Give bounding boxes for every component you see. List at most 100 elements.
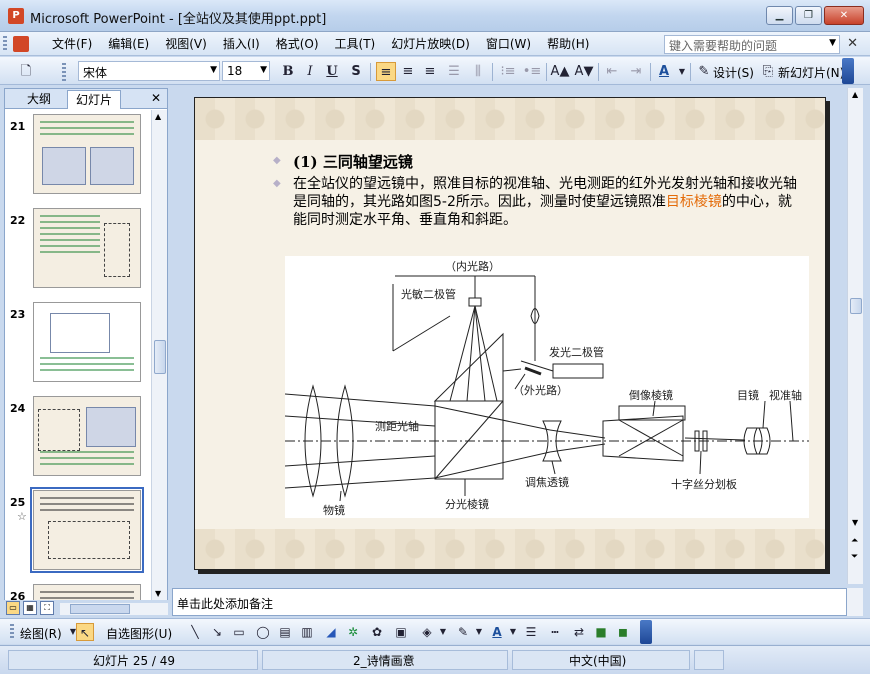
align-left-icon[interactable]: ≡ [376, 62, 396, 81]
text-direction-icon[interactable]: ⫼ [468, 62, 488, 81]
slide-body-text[interactable]: 在全站仪的望远镜中，照准目标的视准轴、光电测距的红外光发射光轴和接收光轴是同轴的… [293, 175, 803, 229]
arrow-style-icon[interactable]: ⇄ [570, 623, 588, 641]
slide-thumbnail-26[interactable] [33, 584, 141, 600]
menu-slideshow[interactable]: 幻灯片放映(D) [383, 36, 478, 52]
line-style-icon[interactable]: ☰ [522, 623, 540, 641]
menu-view[interactable]: 视图(V) [157, 36, 215, 52]
tab-outline[interactable]: 大纲 [19, 90, 59, 109]
menu-format[interactable]: 格式(O) [268, 36, 327, 52]
new-slide-button[interactable]: 新幻灯片(N) [778, 64, 844, 81]
autoshape-menu-button[interactable]: 自选图形(U) [106, 625, 172, 642]
draw-menu-button[interactable]: 绘图(R) [20, 625, 62, 642]
help-search-input[interactable]: 键入需要帮助的问题 ▼ [664, 35, 840, 54]
font-size-select[interactable]: 18 ▼ [222, 61, 270, 81]
arrow-icon[interactable]: ↘ [208, 623, 226, 641]
notes-pane[interactable]: 单击此处添加备注 [172, 588, 847, 616]
decrease-indent-icon[interactable]: ⇤ [602, 62, 622, 81]
toolbar-grip[interactable] [62, 63, 66, 81]
scroll-up-icon[interactable]: ▲ [852, 90, 858, 99]
3d-style-icon[interactable]: ◼ [614, 623, 632, 641]
slide-thumbnail-21[interactable] [33, 114, 141, 194]
slide-thumbnail-23[interactable] [33, 302, 141, 382]
scroll-thumb[interactable] [70, 604, 130, 614]
shadow-button[interactable]: S [346, 62, 366, 81]
menu-grip[interactable] [3, 36, 7, 52]
wordart-icon[interactable]: ◢ [322, 623, 340, 641]
align-right-icon[interactable]: ≡ [420, 62, 440, 81]
status-design-name[interactable]: 2_诗情画意 [262, 650, 508, 670]
notes-scrollbar[interactable] [847, 588, 863, 616]
menu-file[interactable]: 文件(F) [44, 36, 100, 52]
menu-insert[interactable]: 插入(I) [215, 36, 268, 52]
vertical-textbox-icon[interactable]: ▥ [298, 623, 316, 641]
new-document-icon[interactable]: 🗋 [16, 62, 36, 81]
chevron-down-icon[interactable]: ▼ [470, 623, 488, 641]
chevron-down-icon[interactable]: ▼ [434, 623, 452, 641]
distribute-icon[interactable]: ☰ [444, 62, 464, 81]
oval-icon[interactable]: ◯ [254, 623, 272, 641]
close-panel-button[interactable]: ✕ [151, 91, 161, 105]
design-icon: ✎ [698, 64, 710, 79]
thumbnail-scrollbar[interactable]: ▲ ▼ [151, 110, 167, 600]
bullets-icon[interactable]: •≡ [522, 62, 542, 81]
menu-edit[interactable]: 编辑(E) [100, 36, 157, 52]
menu-tools[interactable]: 工具(T) [327, 36, 384, 52]
panel-hscrollbar[interactable] [60, 603, 168, 615]
line-icon[interactable]: ╲ [186, 623, 204, 641]
picture-icon[interactable]: ▣ [392, 623, 410, 641]
toolbar-options-button[interactable] [842, 58, 854, 84]
clipart-icon[interactable]: ✿ [368, 623, 386, 641]
design-button[interactable]: 设计(S) [713, 64, 754, 81]
slideshow-icon[interactable]: ⛶ [40, 601, 54, 615]
rectangle-icon[interactable]: ▭ [230, 623, 248, 641]
minimize-button[interactable]: ▁ [766, 6, 793, 25]
telescope-diagram[interactable]: （内光路） 光敏二极管 发光二极管 （外光路） 测距光轴 倒像棱镜 目镜 视准轴… [284, 256, 809, 518]
scroll-up-icon[interactable]: ▲ [155, 112, 161, 121]
close-window-button[interactable]: ✕ [824, 6, 864, 25]
chevron-down-icon[interactable]: ▼ [672, 62, 692, 81]
dash-style-icon[interactable]: ┅ [546, 623, 564, 641]
underline-button[interactable]: U [322, 62, 342, 81]
select-pointer-icon[interactable]: ↖ [76, 623, 94, 641]
textbox-icon[interactable]: ▤ [276, 623, 294, 641]
decrease-font-icon[interactable]: A▼ [574, 62, 594, 81]
normal-view-icon[interactable]: ▭ [6, 601, 20, 615]
font-name-select[interactable]: 宋体 ▼ [78, 61, 220, 81]
italic-button[interactable]: I [300, 62, 320, 81]
increase-font-icon[interactable]: A▲ [550, 62, 570, 81]
font-color-icon[interactable]: A [654, 62, 674, 81]
restore-button[interactable]: ❐ [795, 6, 822, 25]
diagram-label-reticle: 十字丝分划板 [671, 477, 737, 491]
chevron-down-icon[interactable]: ▼ [829, 38, 836, 48]
align-center-icon[interactable]: ≡ [398, 62, 418, 81]
increase-indent-icon[interactable]: ⇥ [626, 62, 646, 81]
slide-thumbnail-22[interactable] [33, 208, 141, 288]
scroll-down-icon[interactable]: ▼ [155, 589, 161, 598]
slide-thumbnail-25[interactable] [30, 487, 144, 573]
toolbar-separator [690, 63, 691, 81]
numbering-icon[interactable]: ⁝≡ [498, 62, 518, 81]
slide-thumbnail-24[interactable] [33, 396, 141, 476]
slide-heading[interactable]: (1) 三同轴望远镜 [293, 151, 413, 172]
shadow-style-icon[interactable]: ■ [592, 623, 610, 641]
toolbar-separator [598, 63, 599, 81]
powerpoint-app-icon[interactable]: P [8, 8, 24, 24]
menu-window[interactable]: 窗口(W) [478, 36, 539, 52]
next-slide-icon[interactable]: ⏷ [851, 552, 858, 562]
slide-scrollbar[interactable]: ▲ ▼ ⏶ ⏷ [847, 88, 863, 584]
menu-help[interactable]: 帮助(H) [539, 36, 597, 52]
scroll-thumb[interactable] [850, 298, 862, 314]
scroll-down-icon[interactable]: ▼ [852, 518, 858, 527]
diagram-icon[interactable]: ✲ [344, 623, 362, 641]
slide-sorter-icon[interactable]: ▦ [23, 601, 37, 615]
toolbar-grip[interactable] [10, 624, 14, 640]
current-slide[interactable]: ◆ (1) 三同轴望远镜 ◆ 在全站仪的望远镜中，照准目标的视准轴、光电测距的红… [194, 97, 826, 570]
scroll-thumb[interactable] [154, 340, 166, 374]
previous-slide-icon[interactable]: ⏶ [851, 536, 858, 546]
tab-slides[interactable]: 幻灯片 [67, 90, 122, 109]
toolbar-options-button[interactable] [640, 620, 652, 644]
bold-button[interactable]: B [278, 62, 298, 81]
document-icon[interactable] [13, 36, 29, 52]
chevron-down-icon[interactable]: ▼ [504, 623, 522, 641]
close-document-button[interactable]: ✕ [847, 36, 858, 51]
